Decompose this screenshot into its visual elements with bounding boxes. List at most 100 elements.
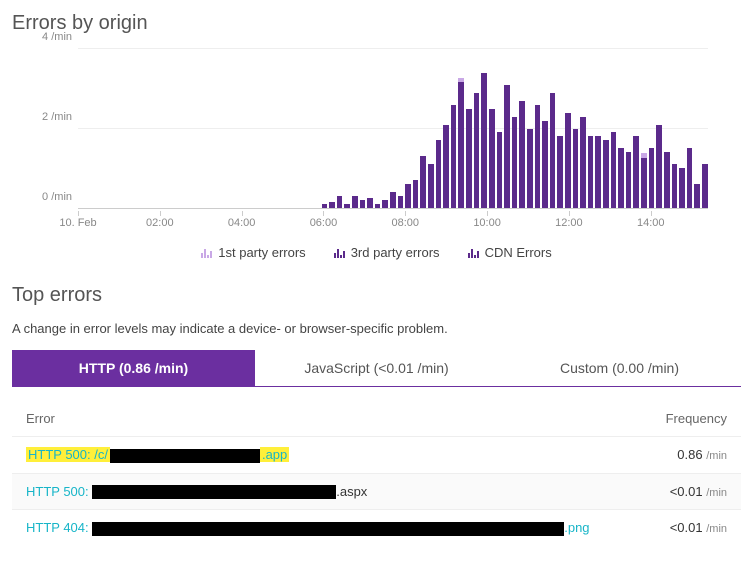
- chart-bar[interactable]: [398, 196, 404, 208]
- section-title-top-errors: Top errors: [12, 284, 741, 307]
- bars-icon: [201, 247, 212, 258]
- chart-bar[interactable]: [390, 192, 396, 208]
- y-tick: 4 /min: [42, 31, 72, 43]
- chart-bar[interactable]: [664, 152, 670, 208]
- chart-bar[interactable]: [527, 129, 533, 209]
- redacted-mask: [92, 522, 564, 536]
- error-ext: .png: [564, 520, 589, 535]
- legend-label: CDN Errors: [485, 245, 552, 260]
- chart-bar[interactable]: [694, 184, 700, 208]
- col-header-frequency: Frequency: [617, 411, 727, 426]
- table-row[interactable]: HTTP 404: .png <0.01 /min: [12, 509, 741, 546]
- chart-bar[interactable]: [458, 81, 464, 208]
- y-tick: 0 /min: [42, 191, 72, 203]
- chart-bar[interactable]: [542, 121, 548, 208]
- section-title-errors-by-origin: Errors by origin: [12, 12, 741, 35]
- chart-bar[interactable]: [443, 125, 449, 208]
- legend-label: 3rd party errors: [351, 245, 440, 260]
- chart-bar[interactable]: [557, 136, 563, 208]
- chart-bar[interactable]: [573, 129, 579, 209]
- chart-bar[interactable]: [512, 117, 518, 208]
- error-link[interactable]: HTTP 500:: [26, 484, 92, 499]
- chart-bar[interactable]: [489, 109, 495, 208]
- legend-label: 1st party errors: [218, 245, 305, 260]
- chart-bar[interactable]: [535, 105, 541, 208]
- chart-bar[interactable]: [618, 148, 624, 208]
- chart-bar[interactable]: [679, 168, 685, 208]
- table-header: Error Frequency: [12, 401, 741, 436]
- frequency-value: <0.01 /min: [617, 484, 727, 499]
- x-tick: 04:00: [228, 217, 256, 229]
- chart-bar[interactable]: [504, 85, 510, 208]
- chart-bar[interactable]: [580, 117, 586, 208]
- chart-bar[interactable]: [519, 101, 525, 208]
- chart-bar[interactable]: [611, 132, 617, 208]
- chart-bar[interactable]: [375, 204, 381, 208]
- legend-item-first-party[interactable]: 1st party errors: [201, 245, 305, 260]
- chart-bar[interactable]: [428, 164, 434, 208]
- bars-icon: [334, 247, 345, 258]
- chart-bar[interactable]: [588, 136, 594, 208]
- chart-bar[interactable]: [626, 152, 632, 208]
- table-row[interactable]: HTTP 500: /c/ .app 0.86 /min: [12, 436, 741, 473]
- chart-bar[interactable]: [687, 148, 693, 208]
- chart-bar[interactable]: [474, 93, 480, 208]
- chart-bar[interactable]: [672, 164, 678, 208]
- y-tick: 2 /min: [42, 111, 72, 123]
- chart-bar[interactable]: [382, 200, 388, 208]
- chart-bar[interactable]: [352, 196, 358, 208]
- chart-bar[interactable]: [550, 93, 556, 208]
- chart-bar[interactable]: [420, 156, 426, 208]
- error-ext: .app: [260, 447, 289, 462]
- chart-bar[interactable]: [702, 164, 708, 208]
- col-header-error: Error: [26, 411, 617, 426]
- error-link[interactable]: HTTP 500: /c/: [26, 447, 110, 462]
- x-tick: 14:00: [637, 217, 665, 229]
- chart-bar[interactable]: [565, 113, 571, 208]
- x-tick: 02:00: [146, 217, 174, 229]
- chart-bar[interactable]: [466, 109, 472, 208]
- chart-bar[interactable]: [497, 132, 503, 208]
- chart-bar[interactable]: [367, 198, 373, 208]
- frequency-value: 0.86 /min: [617, 447, 727, 462]
- chart-bar[interactable]: [329, 202, 335, 208]
- redacted-mask: [110, 449, 260, 463]
- chart-y-axis: 0 /min 2 /min 4 /min: [18, 49, 78, 209]
- x-tick: 10:00: [473, 217, 501, 229]
- chart-plot-area[interactable]: [78, 49, 708, 209]
- tab-custom[interactable]: Custom (0.00 /min): [498, 350, 741, 387]
- chart-bar[interactable]: [595, 136, 601, 208]
- chart-bar[interactable]: [481, 73, 487, 208]
- frequency-value: <0.01 /min: [617, 520, 727, 535]
- error-table: Error Frequency HTTP 500: /c/ .app 0.86 /…: [12, 401, 741, 546]
- chart-bar[interactable]: [322, 204, 328, 208]
- chart-bar[interactable]: [337, 196, 343, 208]
- bars-icon: [468, 247, 479, 258]
- error-tabs: HTTP (0.86 /min) JavaScript (<0.01 /min)…: [12, 350, 741, 387]
- chart-x-axis: 10. Feb02:0004:0006:0008:0010:0012:0014:…: [78, 211, 708, 239]
- x-tick: 08:00: [392, 217, 420, 229]
- chart-bar[interactable]: [436, 140, 442, 208]
- chart-bar[interactable]: [633, 136, 639, 208]
- errors-by-origin-chart: 0 /min 2 /min 4 /min 10. Feb 02:00 04:00 06…: [18, 49, 708, 239]
- x-tick: 10. Feb: [59, 217, 96, 229]
- chart-bar[interactable]: [641, 156, 647, 208]
- chart-bar[interactable]: [360, 200, 366, 208]
- legend-item-cdn[interactable]: CDN Errors: [468, 245, 552, 260]
- top-errors-subtext: A change in error levels may indicate a …: [12, 321, 741, 336]
- chart-bar[interactable]: [405, 184, 411, 208]
- x-tick: 06:00: [310, 217, 338, 229]
- chart-bar[interactable]: [451, 105, 457, 208]
- chart-bar[interactable]: [603, 140, 609, 208]
- chart-bar[interactable]: [413, 180, 419, 208]
- chart-bar[interactable]: [344, 204, 350, 208]
- chart-legend: 1st party errors 3rd party errors CDN Er…: [12, 245, 741, 260]
- chart-bar[interactable]: [649, 148, 655, 208]
- tab-http[interactable]: HTTP (0.86 /min): [12, 350, 255, 387]
- legend-item-third-party[interactable]: 3rd party errors: [334, 245, 440, 260]
- error-link[interactable]: HTTP 404:: [26, 520, 92, 535]
- table-row[interactable]: HTTP 500: .aspx <0.01 /min: [12, 473, 741, 510]
- chart-bar[interactable]: [656, 125, 662, 208]
- tab-javascript[interactable]: JavaScript (<0.01 /min): [255, 350, 498, 387]
- x-tick: 12:00: [555, 217, 583, 229]
